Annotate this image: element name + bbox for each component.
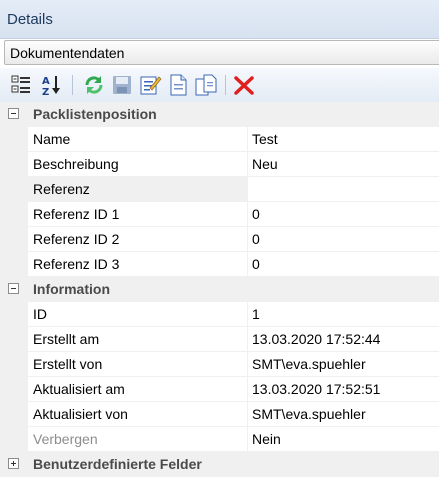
category-label: Packlistenposition <box>33 106 157 122</box>
property-name: Aktualisiert von <box>33 406 128 422</box>
refresh-icon[interactable] <box>82 73 106 97</box>
panel-title: Details <box>7 11 53 28</box>
property-row-erstellt-am[interactable]: Erstellt am 13.03.2020 17:52:44 <box>0 327 439 352</box>
property-row-beschreibung[interactable]: Beschreibung Neu <box>0 152 439 177</box>
property-row-aktualisiert-von[interactable]: Aktualisiert von SMT\eva.spuehler <box>0 402 439 427</box>
document-selector[interactable]: Dokumentendaten <box>4 40 439 65</box>
property-value[interactable]: 0 <box>252 231 260 247</box>
property-name: Referenz <box>33 181 90 197</box>
property-value[interactable]: SMT\eva.spuehler <box>252 356 366 372</box>
toolbar: A Z <box>0 68 439 103</box>
property-name: Erstellt von <box>33 356 103 372</box>
toolbar-separator <box>72 75 73 95</box>
property-row-name[interactable]: Name Test <box>0 127 439 152</box>
expand-toggle-icon[interactable] <box>8 458 19 469</box>
property-row-id[interactable]: ID 1 <box>0 302 439 327</box>
property-value[interactable]: Nein <box>252 431 281 447</box>
property-row-referenz-id-1[interactable]: Referenz ID 1 0 <box>0 202 439 227</box>
property-name: ID <box>33 306 47 322</box>
property-name: Aktualisiert am <box>33 381 125 397</box>
collapse-toggle-icon[interactable] <box>8 283 19 294</box>
toolbar-separator <box>225 75 226 95</box>
category-label: Benutzerdefinierte Felder <box>33 456 202 472</box>
property-row-referenz-id-2[interactable]: Referenz ID 2 0 <box>0 227 439 252</box>
category-benutzerdefinierte-felder[interactable]: Benutzerdefinierte Felder <box>0 452 439 477</box>
property-name: Erstellt am <box>33 331 100 347</box>
property-value[interactable]: 13.03.2020 17:52:44 <box>252 331 380 347</box>
edit-icon[interactable] <box>138 73 162 97</box>
category-information[interactable]: Information <box>0 277 439 302</box>
property-value[interactable]: SMT\eva.spuehler <box>252 406 366 422</box>
property-row-referenz-id-3[interactable]: Referenz ID 3 0 <box>0 252 439 277</box>
property-name: Name <box>33 131 71 147</box>
property-value[interactable]: Test <box>252 131 278 147</box>
property-row-erstellt-von[interactable]: Erstellt von SMT\eva.spuehler <box>0 352 439 377</box>
save-icon[interactable] <box>110 73 134 97</box>
property-row-referenz[interactable]: Referenz <box>0 177 439 202</box>
collapse-toggle-icon[interactable] <box>8 108 19 119</box>
property-name: Referenz ID 1 <box>33 206 120 222</box>
categorized-icon[interactable] <box>10 73 34 97</box>
sort-alphabetical-icon[interactable]: A Z <box>40 73 64 98</box>
category-label: Information <box>33 281 110 297</box>
delete-icon[interactable] <box>232 73 256 97</box>
property-value[interactable]: 1 <box>252 306 260 322</box>
property-name: Verbergen <box>33 431 98 447</box>
property-name: Referenz ID 2 <box>33 231 120 247</box>
property-name: Beschreibung <box>33 156 119 172</box>
property-value[interactable]: 13.03.2020 17:52:51 <box>252 381 380 397</box>
details-panel-header: Details <box>0 0 439 39</box>
property-value[interactable]: 0 <box>252 206 260 222</box>
new-document-icon[interactable] <box>166 73 190 97</box>
property-row-aktualisiert-am[interactable]: Aktualisiert am 13.03.2020 17:52:51 <box>0 377 439 402</box>
property-name: Referenz ID 3 <box>33 256 120 272</box>
copy-document-icon[interactable] <box>194 73 218 97</box>
svg-text:Z: Z <box>42 87 49 97</box>
property-value[interactable]: 0 <box>252 256 260 272</box>
property-row-verbergen[interactable]: Verbergen Nein <box>0 427 439 452</box>
category-packlistenposition[interactable]: Packlistenposition <box>0 102 439 127</box>
svg-text:A: A <box>42 76 50 87</box>
property-value[interactable]: Neu <box>252 156 278 172</box>
document-selector-value: Dokumentendaten <box>10 45 125 61</box>
